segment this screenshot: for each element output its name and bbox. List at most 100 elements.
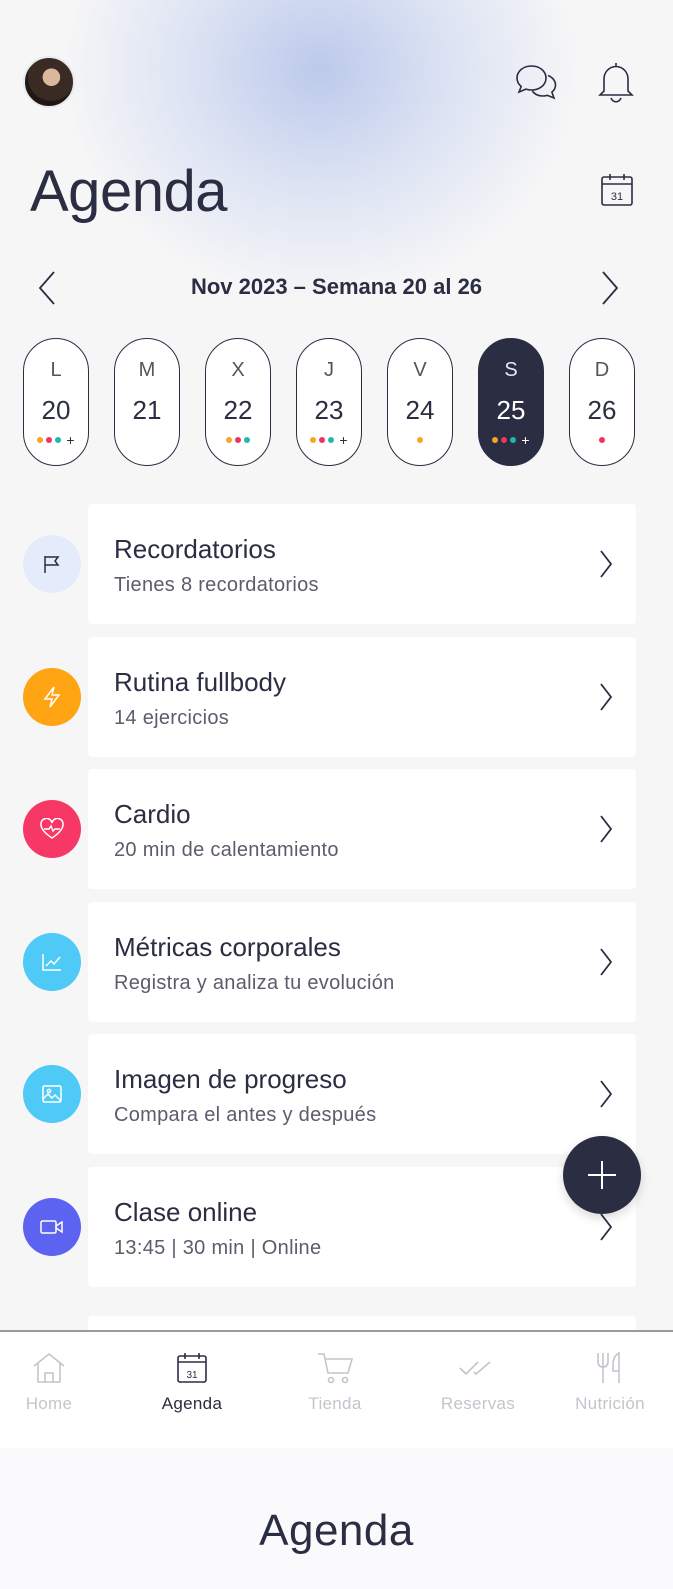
tab-agenda[interactable]: 31 Agenda	[132, 1348, 252, 1428]
list-item-subtitle: Tienes 8 recordatorios	[114, 574, 319, 596]
event-dots: +	[24, 432, 88, 448]
event-dot	[235, 437, 241, 443]
home-icon	[0, 1348, 109, 1388]
list-item-subtitle: Registra y analiza tu evolución	[114, 971, 395, 994]
day-22[interactable]: X 22	[205, 338, 271, 466]
page-title: Agenda	[30, 159, 227, 224]
list-item-title: Clase online	[114, 1196, 258, 1227]
event-dots	[206, 435, 270, 445]
image-icon	[23, 1065, 81, 1123]
list-item-subtitle: 13:45 | 30 min | Online	[114, 1236, 322, 1259]
flag-icon	[23, 535, 81, 593]
list-item[interactable]: Métricas corporales Registra y analiza tu…	[0, 901, 673, 1022]
tab-label: Reservas	[440, 1394, 516, 1413]
day-number: 25	[496, 395, 526, 425]
day-number: 20	[41, 395, 71, 425]
video-icon	[23, 1197, 81, 1256]
day-25[interactable]: S 25 +	[478, 338, 544, 466]
list-item-title: Métricas corporales	[114, 931, 341, 962]
event-dot	[244, 437, 250, 443]
day-20[interactable]: L 20 +	[23, 338, 89, 466]
double-check-icon	[418, 1348, 538, 1388]
event-dots	[570, 435, 634, 445]
event-dots: +	[297, 432, 361, 448]
day-number: 24	[405, 395, 435, 425]
list-item-subtitle: Compara el antes y después	[114, 1104, 377, 1126]
footer: Agenda	[0, 1448, 673, 1589]
tab-home[interactable]: Home	[0, 1348, 109, 1428]
chart-line-icon	[23, 932, 81, 991]
cutlery-icon	[550, 1348, 670, 1388]
event-dots	[388, 435, 452, 445]
chevron-right-icon[interactable]	[594, 1209, 618, 1245]
list-item-card[interactable]: Imagen de progreso Compara el antes y des…	[88, 1034, 636, 1154]
tab-label: Tienda	[308, 1394, 362, 1413]
svg-text:31: 31	[611, 191, 623, 203]
chat-icon[interactable]	[512, 58, 560, 106]
list-item-card[interactable]: Cardio 20 min de calentamiento	[88, 769, 636, 889]
day-23[interactable]: J 23 +	[296, 338, 362, 466]
day-number: 21	[132, 395, 162, 425]
list-item-subtitle: 14 ejercicios	[114, 706, 230, 729]
tab-label: Home	[25, 1394, 73, 1413]
tab-reservas[interactable]: Reservas	[418, 1348, 538, 1428]
list-item[interactable]: Cardio 20 min de calentamiento	[0, 769, 673, 889]
more-events-indicator: +	[521, 432, 530, 448]
event-dot	[310, 437, 317, 443]
week-label: Nov 2023 – Semana 20 al 26	[190, 274, 483, 299]
event-dot	[492, 437, 499, 443]
more-events-indicator: +	[339, 432, 348, 448]
day-letter: J	[324, 359, 334, 381]
tab-label: Nutrición	[575, 1394, 645, 1413]
list-item[interactable]: Recordatorios Tienes 8 recordatorios	[0, 504, 673, 624]
event-dot	[319, 437, 326, 443]
chevron-right-icon[interactable]	[594, 546, 618, 582]
footer-title: Agenda	[259, 1506, 414, 1555]
chevron-right-icon[interactable]	[595, 270, 625, 306]
event-dot	[55, 437, 62, 443]
more-events-indicator: +	[66, 432, 75, 448]
day-number: 22	[223, 395, 253, 425]
day-letter: L	[50, 359, 62, 381]
event-dot	[328, 437, 335, 443]
day-letter: V	[413, 359, 427, 381]
event-dots: +	[479, 432, 543, 448]
list-item[interactable]: Imagen de progreso Compara el antes y des…	[0, 1034, 673, 1154]
day-21[interactable]: M 21	[114, 338, 180, 466]
chevron-right-icon[interactable]	[594, 944, 618, 980]
event-dot	[501, 437, 508, 443]
chevron-right-icon[interactable]	[594, 811, 618, 847]
day-letter: D	[594, 359, 610, 381]
list-item-card[interactable]: Clase online 13:45 | 30 min | Online	[88, 1166, 636, 1287]
list-item-subtitle: 20 min de calentamiento	[114, 839, 339, 861]
day-24[interactable]: V 24	[387, 338, 453, 466]
top-bar: Agenda 31	[0, 0, 673, 224]
tab-nutricion[interactable]: Nutrición	[550, 1348, 670, 1428]
list-item-card[interactable]: Recordatorios Tienes 8 recordatorios	[88, 504, 636, 624]
list-item-title: Recordatorios	[114, 534, 276, 564]
list-item-title: Rutina fullbody	[114, 666, 286, 697]
add-button[interactable]	[563, 1136, 641, 1214]
chevron-right-icon[interactable]	[594, 1076, 618, 1112]
event-dots	[115, 435, 179, 445]
list-item[interactable]: Rutina fullbody 14 ejercicios	[0, 636, 673, 757]
day-number: 26	[587, 395, 617, 425]
tab-tienda[interactable]: Tienda	[275, 1348, 395, 1428]
chevron-right-icon[interactable]	[594, 679, 618, 715]
event-dot	[46, 437, 53, 443]
event-dot	[226, 437, 232, 443]
week-navigator: Nov 2023 – Semana 20 al 26	[0, 262, 673, 312]
bolt-icon	[23, 667, 81, 726]
list-item-title: Imagen de progreso	[114, 1064, 347, 1094]
avatar[interactable]	[23, 56, 75, 108]
day-26[interactable]: D 26	[569, 338, 635, 466]
calendar-icon: 31	[132, 1348, 252, 1388]
heart-pulse-icon	[23, 800, 81, 858]
bell-icon[interactable]	[592, 58, 640, 106]
calendar-icon[interactable]: 31	[600, 172, 634, 208]
day-letter: S	[504, 359, 518, 381]
list-item-title: Cardio	[114, 799, 191, 829]
list-item-card[interactable]: Rutina fullbody 14 ejercicios	[88, 636, 636, 757]
tab-label: Agenda	[161, 1394, 223, 1413]
list-item-card[interactable]: Métricas corporales Registra y analiza tu…	[88, 901, 636, 1022]
